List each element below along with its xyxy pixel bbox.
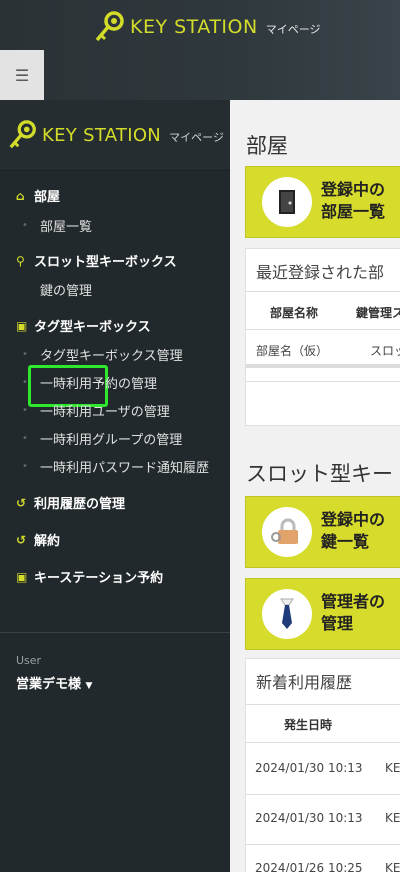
nav-section-cancellation[interactable]: ↺ 解約 xyxy=(16,530,61,550)
door-icon xyxy=(262,177,312,227)
caret-down-icon: ▼ xyxy=(85,681,93,691)
divider xyxy=(246,742,400,743)
sidebar-divider xyxy=(0,632,230,633)
nav-item-label: 鍵の管理 xyxy=(40,284,93,299)
user-label: User xyxy=(16,654,42,667)
tile-label-line: 登録中の xyxy=(321,180,386,199)
divider xyxy=(246,291,400,292)
nav-section-label: 解約 xyxy=(34,534,61,549)
divider xyxy=(246,794,400,795)
table-cell: KE xyxy=(385,861,400,872)
tile-label-line: 管理 xyxy=(321,614,354,633)
divider xyxy=(246,844,400,845)
tile-label-line: 登録中の xyxy=(321,510,386,529)
column-header: 部屋名称 xyxy=(270,306,319,320)
bullet-icon: • xyxy=(22,349,28,360)
user-menu[interactable]: 営業デモ様 ▼ xyxy=(16,673,92,692)
brand-logo[interactable]: KEY STATION マイページ xyxy=(94,10,320,44)
nav-item-room-list[interactable]: • 部屋一覧 xyxy=(22,216,92,235)
nav-item-tag-keybox-management[interactable]: • タグ型キーボックス管理 xyxy=(22,345,183,364)
nav-item-label: 一時利用パスワード通知履歴 xyxy=(40,461,210,476)
sidebar-brand-name: KEY STATION xyxy=(42,124,162,146)
key-logo-icon xyxy=(95,11,124,42)
undo-icon: ↺ xyxy=(16,532,27,547)
tile-label: 登録中の 鍵一覧 xyxy=(321,509,385,553)
nav-section-rooms[interactable]: ⌂ 部屋 xyxy=(16,186,61,206)
nav-item-label: 部屋一覧 xyxy=(40,220,93,235)
nav-item-label: 一時利用ユーザの管理 xyxy=(40,405,170,420)
history-icon: ↺ xyxy=(16,495,27,510)
nav-section-label: スロット型キーボックス xyxy=(34,255,177,270)
table-cell: KE xyxy=(385,811,400,825)
registered-keys-tile[interactable]: 登録中の 鍵一覧 xyxy=(245,496,400,568)
nav-item-label: タグ型キーボックス管理 xyxy=(40,349,183,364)
bullet-icon: • xyxy=(22,377,28,388)
panel-title: 新着利用履歴 xyxy=(256,673,353,692)
nav-item-key-management[interactable]: 鍵の管理 xyxy=(18,280,92,299)
hamburger-icon: ☰ xyxy=(14,65,30,85)
divider xyxy=(246,364,400,368)
registered-rooms-tile[interactable]: 登録中の 部屋一覧 xyxy=(245,166,400,238)
tie-icon xyxy=(262,589,312,639)
nav-section-station-reservation[interactable]: ▣ キーステーション予約 xyxy=(16,567,164,587)
recent-rooms-panel: 最近登録された部 部屋名称 鍵管理ス 部屋名（仮） スロッ xyxy=(245,248,400,426)
nav-item-temp-users[interactable]: • 一時利用ユーザの管理 xyxy=(22,401,170,420)
bullet-icon: • xyxy=(22,433,28,444)
table-cell: 2024/01/26 10:25 xyxy=(255,861,363,872)
brand-name: KEY STATION xyxy=(130,16,258,38)
column-header: 発生日時 xyxy=(284,718,333,732)
table-cell: スロッ xyxy=(370,344,400,358)
nav-item-temp-groups[interactable]: • 一時利用グループの管理 xyxy=(22,429,182,448)
divider xyxy=(246,381,400,382)
bullet-icon: • xyxy=(22,405,28,416)
nav-section-label: キーステーション予約 xyxy=(34,571,164,586)
nav-section-tag-keybox[interactable]: ▣ タグ型キーボックス xyxy=(16,316,151,336)
nav-item-label: 一時利用グループの管理 xyxy=(40,433,183,448)
table-cell: KE xyxy=(385,761,400,775)
nav-section-label: 利用履歴の管理 xyxy=(34,497,126,512)
column-header: 鍵管理ス xyxy=(356,306,400,320)
main-content: 部屋 登録中の 部屋一覧 最近登録された部 部屋名称 鍵管理ス 部屋名（仮） ス… xyxy=(230,100,400,872)
user-name: 営業デモ様 xyxy=(16,677,82,692)
brand-subtitle: マイページ xyxy=(265,23,321,36)
tile-label-line: 管理者の xyxy=(321,592,386,611)
padlock-icon xyxy=(262,507,312,557)
home-icon: ⌂ xyxy=(16,188,25,203)
nav-item-temp-password-history[interactable]: • 一時利用パスワード通知履歴 xyxy=(22,457,209,476)
archive-icon: ▣ xyxy=(16,569,28,584)
tile-label-line: 部屋一覧 xyxy=(321,202,386,221)
recent-history-panel: 新着利用履歴 発生日時 2024/01/30 10:13 KE 2024/01/… xyxy=(245,658,400,872)
slot-keybox-heading: スロット型キー xyxy=(246,462,393,486)
archive-icon: ▣ xyxy=(16,318,28,333)
table-cell: 部屋名（仮） xyxy=(256,344,329,358)
bullet-icon: • xyxy=(22,461,28,472)
menu-toggle-button[interactable]: ☰ xyxy=(0,50,44,100)
nav-item-label: 一時利用予約の管理 xyxy=(40,377,158,392)
sidebar: KEY STATION マイページ ⌂ 部屋 • 部屋一覧 ⚲ スロット型キーボ… xyxy=(0,100,230,872)
top-header-bar: KEY STATION マイページ ☰ xyxy=(0,0,400,100)
tile-label-line: 鍵一覧 xyxy=(321,532,370,551)
tile-label: 管理者の 管理 xyxy=(321,591,385,635)
divider xyxy=(246,329,400,330)
nav-section-label: 部屋 xyxy=(34,190,61,205)
table-cell: 2024/01/30 10:13 xyxy=(255,811,363,825)
sidebar-brand-subtitle: マイページ xyxy=(169,130,224,144)
nav-section-slot-keybox[interactable]: ⚲ スロット型キーボックス xyxy=(16,251,177,271)
key-logo-icon xyxy=(9,120,36,149)
bullet-icon: • xyxy=(22,220,28,231)
divider xyxy=(246,704,400,705)
rooms-heading: 部屋 xyxy=(246,134,288,158)
tile-label: 登録中の 部屋一覧 xyxy=(321,179,385,223)
nav-section-usage-history[interactable]: ↺ 利用履歴の管理 xyxy=(16,493,126,513)
nav-item-temp-reservations[interactable]: • 一時利用予約の管理 xyxy=(22,373,157,392)
table-cell: 2024/01/30 10:13 xyxy=(255,761,363,775)
key-icon: ⚲ xyxy=(16,253,25,268)
admin-management-tile[interactable]: 管理者の 管理 xyxy=(245,578,400,650)
sidebar-brand[interactable]: KEY STATION マイページ xyxy=(0,100,230,171)
panel-title: 最近登録された部 xyxy=(256,263,385,282)
nav-section-label: タグ型キーボックス xyxy=(34,320,151,335)
